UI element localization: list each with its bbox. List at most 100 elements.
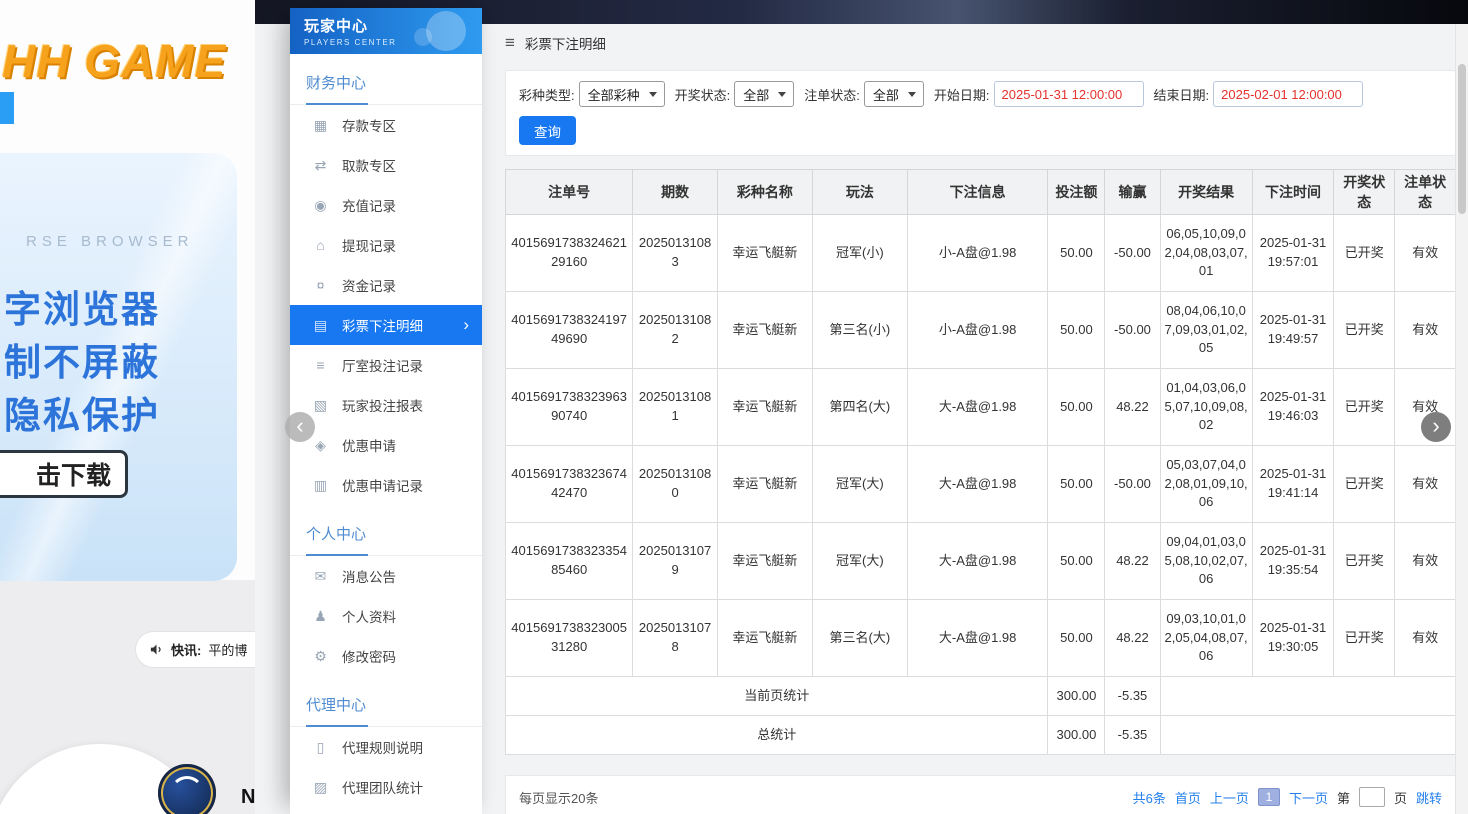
end-date-input[interactable] — [1213, 81, 1363, 107]
scrollbar[interactable] — [1455, 24, 1468, 814]
sidebar-item-withdraw-zone[interactable]: ⇄取款专区 — [290, 145, 482, 185]
draw-status-value: 全部 — [743, 85, 769, 104]
main-content: ≡ 彩票下注明细 彩种类型: 全部彩种 开奖状态: 全部 注单状态 — [482, 24, 1456, 814]
table-row: 40156917383230053128020250131078幸运飞艇新第三名… — [506, 600, 1456, 677]
sidebar-item-promo-apply[interactable]: ◈优惠申请 — [290, 425, 482, 465]
sidebar-item-label: 修改密码 — [342, 646, 396, 666]
table-cell: 50.00 — [1048, 600, 1105, 677]
sidebar-item-label: 存款专区 — [342, 115, 396, 135]
jump-page-input[interactable] — [1359, 787, 1385, 807]
table-cell: 2025-01-31 19:35:54 — [1252, 523, 1334, 600]
start-date-label: 开始日期: — [934, 85, 990, 104]
menu-toggle-icon[interactable]: ≡ — [505, 33, 515, 53]
sidebar-item-deposit-zone[interactable]: ▦存款专区 — [290, 105, 482, 145]
carousel-right-arrow[interactable]: › — [1421, 412, 1451, 442]
ticker-label: 快讯: — [171, 640, 201, 659]
current-page[interactable]: 1 — [1258, 788, 1280, 806]
table-cell: 已开奖 — [1334, 446, 1395, 523]
lottery-type-select[interactable]: 全部彩种 — [579, 81, 665, 107]
table-row: 40156917383241974969020250131082幸运飞艇新第三名… — [506, 292, 1456, 369]
table-cell: 01,04,03,06,05,07,10,09,08,02 — [1160, 369, 1252, 446]
sidebar-item-profile[interactable]: ♟个人资料 — [290, 596, 482, 636]
sidebar-item-agent-team-stats[interactable]: ▨代理团队统计 — [290, 767, 482, 807]
sidebar-item-label: 提现记录 — [342, 235, 396, 255]
column-header: 投注额 — [1048, 170, 1105, 215]
jump-label-suffix: 页 — [1394, 788, 1407, 807]
bets-table: 注单号期数彩种名称玩法下注信息投注额输赢开奖结果下注时间开奖状态注单状态 401… — [505, 169, 1456, 755]
table-cell: 冠军(大) — [812, 523, 907, 600]
next-page-link[interactable]: 下一页 — [1289, 788, 1328, 807]
lottery-type-group: 彩种类型: 全部彩种 — [519, 81, 665, 107]
draw-status-select[interactable]: 全部 — [734, 81, 794, 107]
table-cell: 50.00 — [1048, 523, 1105, 600]
sidebar-item-label: 消息公告 — [342, 566, 396, 586]
table-cell: 2025-01-31 19:49:57 — [1252, 292, 1334, 369]
sidebar-item-change-password[interactable]: ⚙修改密码 — [290, 636, 482, 676]
table-cell: 401569173832300531280 — [506, 600, 633, 677]
sidebar-item-lottery-bet-details[interactable]: ▤彩票下注明细› — [290, 305, 482, 345]
column-header: 开奖状态 — [1334, 170, 1395, 215]
table-cell: 幸运飞艇新 — [717, 292, 812, 369]
table-cell: 已开奖 — [1334, 600, 1395, 677]
lottery-detail-icon: ▤ — [312, 317, 329, 334]
sidebar-item-funds-records[interactable]: ¤资金记录 — [290, 265, 482, 305]
column-header: 注单状态 — [1395, 170, 1456, 215]
table-cell: 05,03,07,04,02,08,01,09,10,06 — [1160, 446, 1252, 523]
promo-tagline: RSE BROWSER — [26, 233, 194, 250]
prev-page-link[interactable]: 上一页 — [1210, 788, 1249, 807]
query-button[interactable]: 查询 — [519, 116, 576, 145]
page-size-label: 每页显示20条 — [519, 788, 598, 807]
table-cell: 08,04,06,10,07,09,03,01,02,05 — [1160, 292, 1252, 369]
summary-win-loss: -5.35 — [1105, 677, 1160, 716]
order-status-select[interactable]: 全部 — [864, 81, 924, 107]
summary-bet-total: 300.00 — [1048, 716, 1105, 755]
sidebar-item-promo-apply-records[interactable]: ▥优惠申请记录 — [290, 465, 482, 505]
table-cell: 大-A盘@1.98 — [907, 369, 1048, 446]
table-cell: 已开奖 — [1334, 369, 1395, 446]
table-cell: 大-A盘@1.98 — [907, 523, 1048, 600]
table-cell: 20250131082 — [633, 292, 718, 369]
ticker-text: 平的博 — [208, 640, 247, 659]
table-row: 40156917383236744247020250131080幸运飞艇新冠军(… — [506, 446, 1456, 523]
table-cell: 20250131083 — [633, 215, 718, 292]
sidebar-item-announcements[interactable]: ✉ 消息公告 — [290, 556, 482, 596]
column-header: 期数 — [633, 170, 718, 215]
filter-row: 彩种类型: 全部彩种 开奖状态: 全部 注单状态: 全部 — [519, 81, 1442, 107]
page: HH GAME RSE BROWSER 字浏览器 制不屏蔽 隐私保护 击下载 快… — [0, 0, 1468, 814]
jump-button[interactable]: 跳转 — [1416, 788, 1442, 807]
sidebar-item-hall-bet-records[interactable]: ≡厅室投注记录 — [290, 345, 482, 385]
funds-icon: ¤ — [312, 277, 329, 293]
table-cell: 冠军(小) — [812, 215, 907, 292]
page-header: ≡ 彩票下注明细 — [505, 24, 1456, 58]
start-date-input[interactable] — [994, 81, 1144, 107]
sidebar-item-agent-rules[interactable]: ▯代理规则说明 — [290, 727, 482, 767]
promo-icon: ◈ — [312, 437, 329, 454]
download-button[interactable]: 击下载 — [0, 450, 128, 498]
total-count: 共6条 — [1133, 788, 1166, 807]
sidebar-item-label: 厅室投注记录 — [342, 355, 423, 375]
summary-row: 总统计300.00-5.35 — [506, 716, 1456, 755]
column-header: 下注时间 — [1252, 170, 1334, 215]
document-icon: ▯ — [312, 739, 329, 756]
first-page-link[interactable]: 首页 — [1175, 788, 1201, 807]
summary-row: 当前页统计300.00-5.35 — [506, 677, 1456, 716]
sidebar-item-label: 取款专区 — [342, 155, 396, 175]
sidebar-item-player-bet-report[interactable]: ▧玩家投注报表 — [290, 385, 482, 425]
table-row: 40156917383246212916020250131083幸运飞艇新冠军(… — [506, 215, 1456, 292]
chart-icon: ▨ — [312, 779, 329, 796]
summary-label: 当前页统计 — [506, 677, 1048, 716]
sidebar-section-title: 财务中心 — [290, 54, 482, 105]
sidebar-item-withdrawal-records[interactable]: ⌂提现记录 — [290, 225, 482, 265]
table-header-row: 注单号期数彩种名称玩法下注信息投注额输赢开奖结果下注时间开奖状态注单状态 — [506, 170, 1456, 215]
draw-status-group: 开奖状态: 全部 — [675, 81, 795, 107]
table-cell: 幸运飞艇新 — [717, 446, 812, 523]
table-cell: 有效 — [1395, 215, 1456, 292]
scrollbar-thumb[interactable] — [1458, 64, 1466, 214]
table-cell: 2025-01-31 19:57:01 — [1252, 215, 1334, 292]
summary-empty — [1160, 677, 1455, 716]
sidebar-item-recharge-records[interactable]: ◉充值记录 — [290, 185, 482, 225]
carousel-left-arrow[interactable]: ‹ — [285, 412, 315, 442]
table-panel: 注单号期数彩种名称玩法下注信息投注额输赢开奖结果下注时间开奖状态注单状态 401… — [505, 169, 1456, 755]
bell-icon: ✉ — [312, 568, 329, 585]
table-cell: 06,05,10,09,02,04,08,03,07,01 — [1160, 215, 1252, 292]
